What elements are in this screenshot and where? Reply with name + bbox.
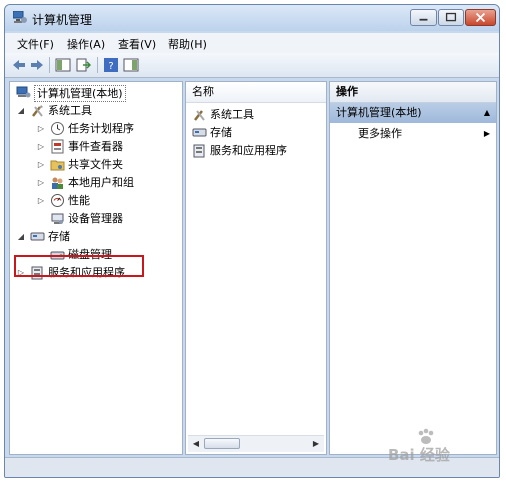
watermark-text: Bai 经验: [388, 446, 450, 464]
maximize-button[interactable]: [438, 9, 464, 26]
menu-bar: 文件(F) 操作(A) 查看(V) 帮助(H): [5, 33, 499, 53]
scroll-left-arrow-icon[interactable]: ◀: [190, 438, 202, 450]
performance-icon: [51, 194, 64, 207]
storage-icon: [192, 128, 207, 137]
users-icon: [52, 177, 63, 189]
details-list-panel: 名称 系统工具 存储 服务和应用程序 ◀ ▶: [185, 81, 327, 455]
back-arrow-icon[interactable]: [11, 57, 27, 73]
tree-label-performance: 性能: [68, 194, 90, 207]
actions-header-label: 操作: [336, 85, 358, 98]
close-button[interactable]: [465, 9, 496, 26]
export-list-icon[interactable]: [75, 57, 91, 73]
minimize-icon: [419, 18, 428, 21]
expand-arrow-icon[interactable]: ▷: [36, 156, 46, 174]
expand-arrow-icon[interactable]: ▷: [36, 192, 46, 210]
title-bar[interactable]: 计算机管理: [5, 5, 499, 31]
tree-label-root: 计算机管理(本地): [34, 85, 126, 102]
collapse-up-arrow-icon[interactable]: ▲: [484, 103, 490, 123]
actions-subheader-label: 计算机管理(本地): [336, 106, 422, 119]
toolbar: ?: [5, 53, 499, 78]
close-icon: [475, 12, 486, 23]
column-header-label: 名称: [192, 85, 214, 98]
maximize-icon: [445, 12, 457, 22]
storage-icon: [30, 232, 45, 241]
tree-label-event-viewer: 事件查看器: [68, 140, 123, 153]
list-item-label: 服务和应用程序: [210, 144, 287, 157]
baidu-watermark: Bai 经验: [382, 428, 492, 468]
expand-arrow-icon[interactable]: ▷: [36, 120, 46, 138]
column-header-name[interactable]: 名称: [186, 82, 326, 103]
menu-view[interactable]: 查看(V): [118, 36, 156, 52]
actions-header: 操作: [330, 82, 496, 103]
help-icon[interactable]: ?: [103, 57, 119, 73]
computer-management-icon: [16, 86, 31, 98]
more-actions-label: 更多操作: [358, 127, 402, 140]
show-action-pane-icon[interactable]: [123, 57, 139, 73]
computer-management-window: 计算机管理 文件(F) 操作(A) 查看(V) 帮助(H) ? 计算机管理(本地…: [4, 4, 500, 478]
computer-management-icon: [13, 11, 27, 23]
tools-icon: [32, 105, 43, 117]
more-actions-item[interactable]: 更多操作 ▶: [330, 124, 496, 144]
window-title: 计算机管理: [32, 13, 93, 27]
show-hide-tree-icon[interactable]: [55, 57, 71, 73]
toolbar-separator: [97, 57, 98, 73]
minimize-button[interactable]: [410, 9, 437, 26]
menu-help[interactable]: 帮助(H): [168, 36, 207, 52]
collapse-arrow-icon[interactable]: ◢: [16, 102, 26, 120]
device-manager-icon: [51, 213, 64, 224]
menu-file[interactable]: 文件(F): [17, 36, 54, 52]
scroll-right-arrow-icon[interactable]: ▶: [310, 438, 322, 450]
tree-label-system-tools: 系统工具: [48, 104, 92, 117]
clock-icon: [51, 122, 64, 135]
event-viewer-icon: [51, 139, 64, 154]
scrollbar-thumb[interactable]: [204, 438, 240, 449]
horizontal-scrollbar[interactable]: ◀ ▶: [188, 435, 324, 452]
list-item-label: 系统工具: [210, 108, 254, 121]
submenu-arrow-icon: ▶: [483, 129, 490, 138]
services-icon: [193, 144, 205, 158]
tree-label-task-scheduler: 任务计划程序: [68, 122, 134, 135]
tree-label-device-manager: 设备管理器: [68, 212, 123, 225]
tree-label-storage: 存储: [48, 230, 70, 243]
shared-folder-icon: [50, 160, 65, 171]
list-item-label: 存储: [210, 126, 232, 139]
toolbar-separator: [49, 57, 50, 73]
tree-label-local-users: 本地用户和组: [68, 176, 134, 189]
menu-action[interactable]: 操作(A): [67, 36, 105, 52]
expand-arrow-icon[interactable]: ▷: [36, 138, 46, 156]
expand-arrow-icon[interactable]: ▷: [36, 174, 46, 192]
highlight-annotation: [14, 255, 144, 277]
collapse-arrow-icon[interactable]: ◢: [16, 228, 26, 246]
forward-arrow-icon[interactable]: [29, 57, 45, 73]
svg-text:?: ?: [108, 61, 113, 72]
tools-icon: [194, 110, 205, 121]
actions-subheader[interactable]: 计算机管理(本地) ▲: [330, 103, 496, 123]
actions-panel: 操作 计算机管理(本地) ▲ 更多操作 ▶: [329, 81, 497, 455]
tree-label-shared-folders: 共享文件夹: [68, 158, 123, 171]
